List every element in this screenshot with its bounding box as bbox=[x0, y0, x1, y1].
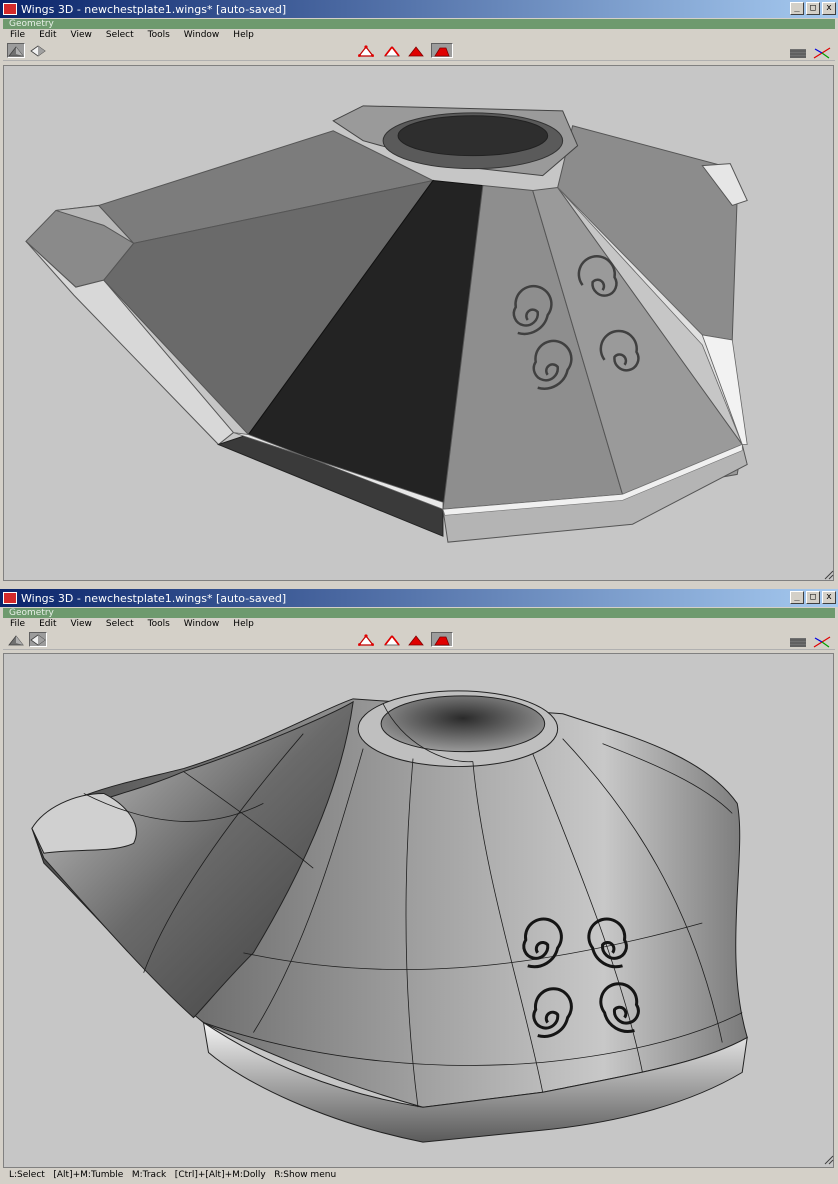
minimize-button[interactable]: _ bbox=[790, 2, 804, 15]
viewport-smooth-preview[interactable] bbox=[3, 653, 834, 1168]
icon-toolbar bbox=[3, 41, 835, 61]
resize-grip-icon[interactable] bbox=[824, 1155, 834, 1165]
chestplate-model-smooth bbox=[31, 690, 748, 1143]
maximize-button[interactable]: □ bbox=[806, 591, 820, 604]
vertex-select-icon[interactable] bbox=[357, 43, 375, 58]
chestplate-model-flat bbox=[25, 105, 748, 543]
axes-icon[interactable] bbox=[813, 633, 831, 648]
geometry-label-bar: Geometry bbox=[3, 608, 835, 618]
window-title: Wings 3D - newchestplate1.wings* [auto-s… bbox=[21, 2, 287, 16]
menu-edit[interactable]: Edit bbox=[32, 29, 63, 41]
menu-view[interactable]: View bbox=[64, 618, 99, 630]
menu-tools[interactable]: Tools bbox=[141, 29, 177, 41]
edge-select-icon[interactable] bbox=[383, 632, 401, 647]
menu-tools[interactable]: Tools bbox=[141, 618, 177, 630]
viewport-flat-shaded[interactable] bbox=[3, 65, 834, 581]
close-button[interactable]: x bbox=[822, 591, 836, 604]
menu-select[interactable]: Select bbox=[99, 29, 141, 41]
status-bar: L:Select [Alt]+M:Tumble M:Track [Ctrl]+[… bbox=[3, 1168, 834, 1182]
body-select-icon[interactable] bbox=[431, 43, 453, 58]
geometry-label-bar: Geometry bbox=[3, 19, 835, 29]
ground-plane-icon[interactable] bbox=[789, 44, 807, 58]
maximize-button[interactable]: □ bbox=[806, 2, 820, 15]
window-title: Wings 3D - newchestplate1.wings* [auto-s… bbox=[21, 591, 287, 605]
minimize-button[interactable]: _ bbox=[790, 591, 804, 604]
menu-file[interactable]: File bbox=[3, 618, 32, 630]
face-select-icon[interactable] bbox=[407, 632, 425, 647]
menu-view[interactable]: View bbox=[64, 29, 99, 41]
wings-window-top: Wings 3D - newchestplate1.wings* [auto-s… bbox=[0, 0, 838, 589]
smooth-preview-icon[interactable] bbox=[29, 632, 47, 647]
face-select-icon[interactable] bbox=[407, 43, 425, 58]
flat-shaded-view-icon[interactable] bbox=[7, 632, 25, 647]
close-button[interactable]: x bbox=[822, 2, 836, 15]
menu-window[interactable]: Window bbox=[177, 29, 227, 41]
menu-help[interactable]: Help bbox=[226, 29, 261, 41]
flat-shaded-view-icon[interactable] bbox=[7, 43, 25, 58]
wings-app-icon bbox=[3, 592, 17, 604]
menu-bar: File Edit View Select Tools Window Help bbox=[3, 618, 835, 630]
wings-app-icon bbox=[3, 3, 17, 15]
edge-select-icon[interactable] bbox=[383, 43, 401, 58]
axes-icon[interactable] bbox=[813, 44, 831, 59]
body-select-icon[interactable] bbox=[431, 632, 453, 647]
menu-bar: File Edit View Select Tools Window Help bbox=[3, 29, 835, 41]
menu-help[interactable]: Help bbox=[226, 618, 261, 630]
wings-window-bottom: Wings 3D - newchestplate1.wings* [auto-s… bbox=[0, 589, 838, 1184]
menu-select[interactable]: Select bbox=[99, 618, 141, 630]
title-bar[interactable]: Wings 3D - newchestplate1.wings* [auto-s… bbox=[0, 0, 838, 18]
status-hints: L:Select [Alt]+M:Tumble M:Track [Ctrl]+[… bbox=[9, 1170, 337, 1180]
menu-edit[interactable]: Edit bbox=[32, 618, 63, 630]
menu-file[interactable]: File bbox=[3, 29, 32, 41]
menu-window[interactable]: Window bbox=[177, 618, 227, 630]
smooth-preview-icon[interactable] bbox=[29, 43, 47, 58]
vertex-select-icon[interactable] bbox=[357, 632, 375, 647]
title-bar[interactable]: Wings 3D - newchestplate1.wings* [auto-s… bbox=[0, 589, 838, 607]
resize-grip-icon[interactable] bbox=[824, 570, 834, 580]
ground-plane-icon[interactable] bbox=[789, 633, 807, 647]
icon-toolbar bbox=[3, 630, 835, 650]
